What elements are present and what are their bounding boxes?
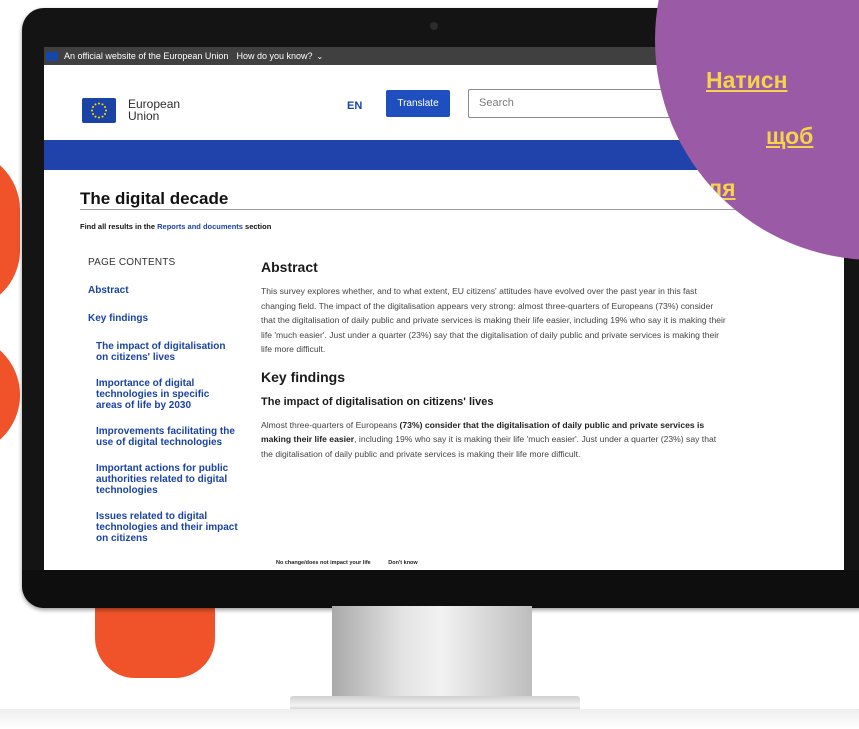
toc-item-key-findings[interactable]: Key findings — [88, 313, 238, 324]
page-title: The digital decade — [80, 189, 229, 208]
floor-shadow — [0, 709, 859, 729]
orange-decor-top — [0, 150, 20, 310]
toc-heading: PAGE CONTENTS — [88, 257, 176, 268]
toc-item-impact[interactable]: The impact of digitalisation on citizens… — [96, 341, 238, 363]
logo-line-2: Union — [128, 109, 160, 123]
key-text-start: Almost three-quarters of Europeans — [261, 419, 400, 430]
title-divider — [80, 209, 780, 210]
eu-flag-icon — [46, 51, 58, 61]
page-contents-nav: PAGE CONTENTS Abstract Key findings The … — [88, 257, 238, 559]
abstract-heading: Abstract — [261, 259, 318, 275]
orange-decor-middle — [0, 335, 20, 455]
how-do-you-know-link[interactable]: How do you know? — [236, 51, 312, 61]
webcam-icon — [430, 22, 438, 30]
key-findings-heading: Key findings — [261, 368, 346, 385]
official-site-text: An official website of the European Unio… — [64, 51, 229, 61]
eu-logo-icon[interactable] — [82, 98, 116, 123]
intro-line: Find all results in the Reports and docu… — [80, 222, 271, 231]
toc-item-issues[interactable]: Issues related to digital technologies a… — [96, 511, 238, 544]
monitor-stand — [332, 606, 532, 698]
key-findings-text: Almost three-quarters of Europeans (73%)… — [261, 418, 726, 462]
legend-dont-know: Don't know — [388, 560, 418, 566]
intro-prefix: Find all results in the — [80, 222, 158, 231]
toc-item-improvements[interactable]: Improvements facilitating the use of dig… — [96, 426, 238, 448]
intro-suffix: section — [242, 222, 272, 231]
eu-logo-text[interactable]: European Union — [128, 98, 180, 122]
badge-line-2: щоб — [766, 123, 814, 149]
toc-item-abstract[interactable]: Abstract — [88, 285, 238, 296]
main-content: Abstract This survey explores whether, a… — [261, 259, 726, 461]
language-selector[interactable]: EN — [347, 100, 362, 112]
reports-documents-link[interactable]: Reports and documents — [157, 222, 243, 231]
translate-button[interactable]: Translate — [386, 90, 450, 117]
stage: An official website of the European Unio… — [0, 0, 859, 729]
toc-item-importance[interactable]: Importance of digital technologies in sp… — [96, 378, 238, 411]
chart-legend-partial: No change/does not impact your life Don'… — [276, 560, 434, 566]
abstract-text: This survey explores whether, and to wha… — [261, 286, 726, 354]
toc-item-actions[interactable]: Important actions for public authorities… — [96, 463, 238, 496]
monitor-chin — [22, 570, 859, 608]
legend-no-change: No change/does not impact your life — [276, 560, 371, 566]
chevron-down-icon[interactable]: ⌄ — [317, 52, 324, 61]
badge-line-3: перегля — [655, 175, 736, 201]
badge-line-1: Натисн — [706, 67, 788, 93]
impact-subheading: The impact of digitalisation on citizens… — [261, 395, 494, 408]
